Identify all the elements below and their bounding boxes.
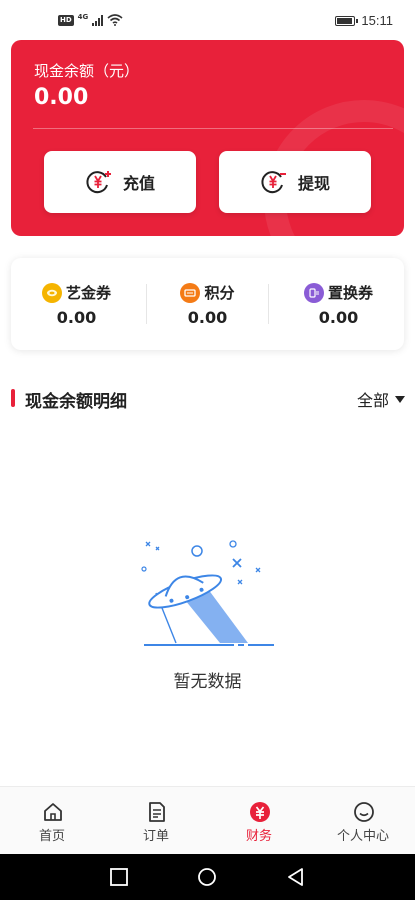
coupon-summary-card: 艺金券 0.00 积分 0.00 置换券 0.00 xyxy=(11,258,404,350)
nav-label: 订单 xyxy=(142,829,169,844)
nav-profile[interactable]: 个人中心 xyxy=(311,787,415,855)
back-triangle-icon[interactable] xyxy=(286,867,306,887)
clock: 15:11 xyxy=(361,13,393,28)
system-nav-bar xyxy=(0,854,415,900)
empty-state-text: 暂无数据 xyxy=(173,672,242,692)
yijin-coin-icon xyxy=(41,282,62,303)
nav-home[interactable]: 首页 xyxy=(0,787,104,855)
divider xyxy=(33,128,393,129)
coupon-item-yijin[interactable]: 艺金券 0.00 xyxy=(11,258,142,350)
network-type: 4G xyxy=(77,13,89,21)
filter-label: 全部 xyxy=(356,391,389,410)
bottom-nav: 首页 订单 财务 个人中心 xyxy=(0,786,415,854)
coupon-divider xyxy=(268,284,269,324)
orders-icon xyxy=(149,802,165,822)
nav-label: 财务 xyxy=(245,829,272,844)
coupon-label: 积分 xyxy=(204,284,235,302)
status-right: 15:11 xyxy=(335,13,393,28)
signal-icon xyxy=(92,14,104,26)
balance-value: 0.00 xyxy=(34,85,89,110)
nav-finance[interactable]: 财务 xyxy=(207,787,311,855)
points-icon xyxy=(180,282,201,303)
filter-dropdown[interactable]: 全部 xyxy=(357,387,405,411)
home-icon xyxy=(44,803,62,821)
coupon-label: 置换券 xyxy=(327,284,373,302)
coupon-title: 艺金券 xyxy=(11,282,142,303)
withdraw-label: 提现 xyxy=(297,174,330,193)
nav-label: 首页 xyxy=(38,829,65,844)
battery-icon xyxy=(335,15,359,26)
balance-label: 现金余额（元） xyxy=(34,62,140,80)
recent-apps-icon[interactable] xyxy=(109,867,129,887)
status-bar: HD 4G 15:11 xyxy=(0,0,415,40)
wifi-icon xyxy=(107,14,123,26)
exchange-voucher-icon xyxy=(303,282,324,303)
finance-yen-icon xyxy=(250,802,270,822)
withdraw-button[interactable]: 提现 xyxy=(219,151,371,213)
recharge-label: 充值 xyxy=(122,174,155,193)
section-accent-bar xyxy=(11,389,15,407)
recharge-icon xyxy=(86,171,111,194)
section-title: 现金余额明细 xyxy=(25,392,127,412)
nav-orders[interactable]: 订单 xyxy=(104,787,208,855)
status-indicators: HD 4G xyxy=(58,13,123,26)
coupon-title: 置换券 xyxy=(273,282,404,303)
ufo-empty-illustration xyxy=(141,540,274,646)
smile-face-icon xyxy=(354,802,374,822)
coupon-value: 0.00 xyxy=(187,308,228,327)
caret-down-icon xyxy=(395,395,405,403)
home-circle-icon[interactable] xyxy=(197,867,217,887)
nav-label: 个人中心 xyxy=(336,829,389,844)
recharge-button[interactable]: 充值 xyxy=(44,151,196,213)
withdraw-icon xyxy=(261,171,286,194)
coupon-item-exchange[interactable]: 置换券 0.00 xyxy=(273,258,404,350)
hd-badge: HD xyxy=(58,14,74,26)
coupon-value: 0.00 xyxy=(318,308,359,327)
coupon-label: 艺金券 xyxy=(65,284,111,302)
coupon-title: 积分 xyxy=(142,282,273,303)
coupon-item-points[interactable]: 积分 0.00 xyxy=(142,258,273,350)
cash-balance-card: 现金余额（元） 0.00 充值 提现 xyxy=(11,40,404,236)
coupon-value: 0.00 xyxy=(56,308,97,327)
